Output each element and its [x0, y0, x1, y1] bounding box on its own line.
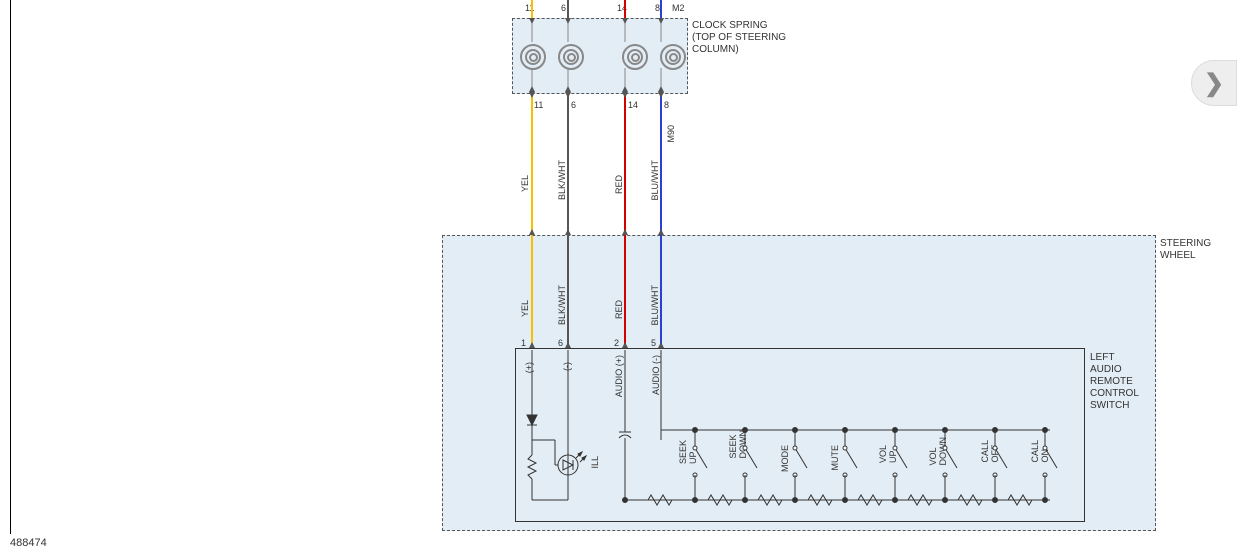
pin-mid-2: 6 — [571, 100, 576, 110]
clock-spring-label: CLOCK SPRING (TOP OF STEERING COLUMN) — [692, 20, 786, 56]
pin-top-2: 6 — [561, 3, 566, 13]
connector-m2: M2 — [672, 3, 685, 13]
switch-ill: ILL — [590, 456, 600, 469]
wire-color-4: BLU/WHT — [650, 160, 660, 201]
switch-mute: MUTE — [830, 445, 840, 471]
signal-3: AUDIO (+) — [614, 355, 624, 397]
left-audio-remote-switch-box — [515, 348, 1085, 522]
reference-number: 488474 — [10, 537, 47, 549]
pin-mid-3: 14 — [628, 100, 638, 110]
next-button[interactable]: ❯ — [1191, 60, 1237, 106]
switch-voldown: VOLDOWN — [928, 437, 948, 466]
pin-top-1: 11 — [525, 3, 534, 13]
pin-mid-1: 11 — [534, 100, 543, 110]
wire-color-1: YEL — [520, 175, 530, 192]
wire-color-3b: RED — [614, 300, 624, 319]
pin-top-4: 8 — [655, 3, 660, 13]
switch-callon: CALLON — [1030, 440, 1050, 463]
steering-wheel-label: STEERING WHEEL — [1160, 238, 1211, 262]
pin-top-3: 14 — [617, 3, 627, 13]
coil-3 — [622, 44, 648, 70]
switch-seekdown: SEEKDOWN — [728, 430, 748, 459]
coil-2 — [558, 44, 584, 70]
pin-mid-4: 8 — [664, 100, 669, 110]
signal-1: (+) — [524, 362, 534, 373]
switch-volup: VOLUP — [878, 445, 898, 463]
chevron-right-icon: ❯ — [1204, 69, 1224, 98]
connector-m90: M90 — [666, 125, 676, 143]
pin-bot-1: 1 — [521, 338, 526, 348]
wire-color-3: RED — [614, 175, 624, 194]
signal-4: AUDIO (-) — [651, 355, 661, 395]
page-left-border — [10, 0, 11, 534]
coil-4 — [660, 44, 686, 70]
wire-color-1b: YEL — [520, 300, 530, 317]
switch-seekup: SEEKUP — [678, 440, 698, 464]
pin-bot-2: 6 — [558, 338, 563, 348]
wire-color-2: BLK/WHT — [557, 160, 567, 200]
switch-box-label: LEFT AUDIO REMOTE CONTROL SWITCH — [1090, 352, 1139, 412]
switch-mode: MODE — [780, 445, 790, 472]
wire-color-2b: BLK/WHT — [557, 285, 567, 325]
pin-bot-3: 2 — [614, 338, 619, 348]
coil-1 — [520, 44, 546, 70]
signal-2: (-) — [562, 362, 572, 371]
pin-bot-4: 5 — [651, 338, 656, 348]
coil-row — [520, 44, 686, 70]
wire-color-4b: BLU/WHT — [650, 285, 660, 326]
switch-calloff: CALLOFF — [980, 440, 1000, 463]
